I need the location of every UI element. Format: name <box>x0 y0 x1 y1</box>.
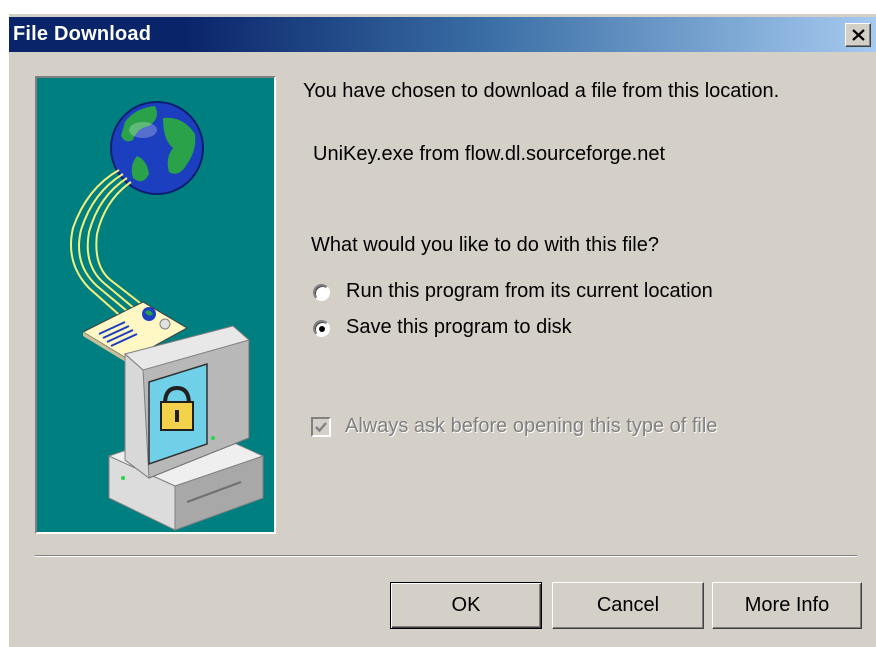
question-text: What would you like to do with this file… <box>311 234 659 256</box>
title-bar[interactable]: File Download <box>9 17 876 52</box>
window-title: File Download <box>13 23 152 45</box>
network-cable-icon <box>70 169 150 321</box>
always-ask-label[interactable]: Always ask before opening this type of f… <box>345 415 717 438</box>
close-icon <box>852 29 865 41</box>
run-program-radio[interactable] <box>313 284 330 301</box>
close-button[interactable] <box>845 23 871 47</box>
ok-button[interactable]: OK <box>390 582 542 629</box>
always-ask-checkbox[interactable] <box>311 417 331 437</box>
radio-selected-dot <box>319 326 325 332</box>
computer-icon <box>107 325 265 531</box>
checkmark-icon <box>315 422 327 433</box>
save-program-radio[interactable] <box>313 320 330 337</box>
file-download-dialog: File Download You have chosen to downloa… <box>8 13 876 647</box>
divider <box>35 555 857 557</box>
intro-text: You have chosen to download a file from … <box>303 80 780 102</box>
cancel-button[interactable]: Cancel <box>552 582 704 629</box>
run-program-label[interactable]: Run this program from its current locati… <box>346 280 713 303</box>
more-info-button[interactable]: More Info <box>712 582 862 629</box>
file-info-text: UniKey.exe from flow.dl.sourceforge.net <box>313 143 666 165</box>
save-program-label[interactable]: Save this program to disk <box>346 316 572 339</box>
download-illustration <box>35 76 276 534</box>
